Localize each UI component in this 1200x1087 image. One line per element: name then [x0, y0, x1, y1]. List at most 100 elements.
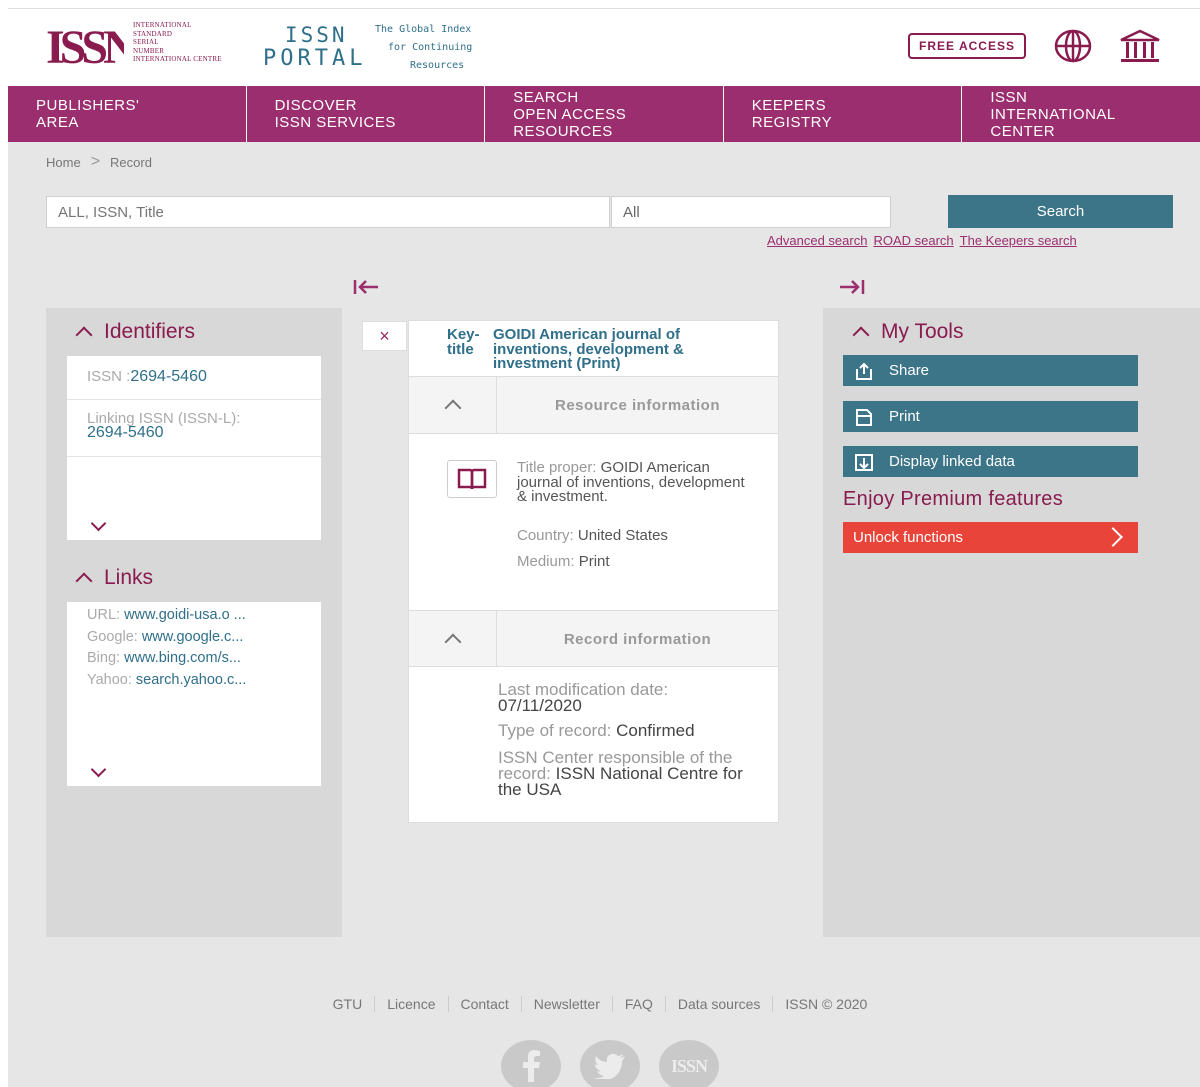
- field-label: Type of record:: [498, 721, 617, 740]
- nav-discover-issn-services[interactable]: DISCOVER ISSN SERVICES: [247, 86, 486, 142]
- breadcrumb-current: Record: [110, 154, 152, 170]
- advanced-search-link[interactable]: Advanced search: [767, 233, 867, 248]
- issn-value[interactable]: 2694-5460: [130, 368, 207, 385]
- chevron-right-icon: [1103, 527, 1123, 547]
- footer-gtu-link[interactable]: GTU: [321, 996, 376, 1012]
- portal-tagline: The Global Index for Continuing Resource…: [371, 21, 472, 75]
- title-proper-field: Title proper: GOIDI American journal of …: [517, 460, 747, 505]
- chevron-up-icon[interactable]: [409, 611, 497, 667]
- logo-caption-line: SERIAL: [133, 38, 159, 46]
- search-scope-select[interactable]: All: [611, 196, 891, 228]
- logo-caption-line: INTERNATIONAL CENTRE: [133, 55, 222, 63]
- issn-row: ISSN :2694-5460: [67, 356, 321, 400]
- logo-caption-line: NUMBER: [133, 46, 165, 55]
- left-sidebar: Identifiers ISSN :2694-5460 Linking ISSN…: [46, 308, 342, 937]
- link-value[interactable]: search.yahoo.c...: [136, 672, 246, 688]
- linking-issn-value[interactable]: 2694-5460: [87, 425, 301, 441]
- footer-faq-link[interactable]: FAQ: [613, 996, 666, 1012]
- link-value[interactable]: www.goidi-usa.o ...: [124, 607, 246, 623]
- record-panel: Key- title GOIDI American journal of inv…: [408, 320, 779, 823]
- link-value[interactable]: www.bing.com/s...: [124, 650, 241, 666]
- link-url-row[interactable]: URL: www.goidi-usa.o ...: [87, 605, 301, 627]
- record-information-title: Record information: [563, 630, 712, 648]
- my-tools-title: My Tools: [881, 320, 964, 343]
- link-label: Bing:: [87, 650, 125, 666]
- globe-icon[interactable]: [1053, 29, 1093, 63]
- chevron-right-icon: >: [90, 153, 101, 170]
- search-button[interactable]: Search: [948, 195, 1173, 228]
- footer-links: GTU Licence Contact Newsletter FAQ Data …: [0, 996, 1200, 1012]
- key-title-value: GOIDI American journal of inventions, de…: [493, 326, 684, 372]
- search-links: Advanced search ROAD search The Keepers …: [767, 233, 1077, 248]
- first-record-icon[interactable]: [352, 276, 380, 304]
- issn-logo[interactable]: ISSN: [46, 21, 143, 74]
- issn-logo-graphic: ISSN: [46, 21, 143, 74]
- link-yahoo-row[interactable]: Yahoo: search.yahoo.c...: [87, 670, 301, 692]
- last-record-icon[interactable]: [838, 276, 866, 304]
- resource-information-header[interactable]: Resource information: [409, 377, 778, 434]
- linking-issn-row: Linking ISSN (ISSN-L): 2694-5460: [67, 400, 321, 457]
- share-button[interactable]: Share: [843, 355, 1138, 386]
- display-linked-data-button[interactable]: Display linked data: [843, 446, 1138, 477]
- unlock-functions-button[interactable]: Unlock functions: [843, 522, 1138, 553]
- search-input[interactable]: [46, 196, 610, 228]
- link-google-row[interactable]: Google: www.google.c...: [87, 627, 301, 649]
- close-record-button[interactable]: ×: [362, 321, 407, 351]
- road-search-link[interactable]: ROAD search: [873, 233, 953, 248]
- portal-logo-line2: PORTAL: [263, 46, 367, 71]
- main-nav: PUBLISHERS' AREA DISCOVER ISSN SERVICES …: [8, 86, 1200, 142]
- chevron-down-icon[interactable]: [90, 515, 107, 532]
- free-access-button[interactable]: FREE ACCESS: [908, 33, 1026, 59]
- type-of-record-field: Type of record: Confirmed: [498, 721, 768, 740]
- nav-search-open-access[interactable]: SEARCH OPEN ACCESS RESOURCES: [485, 86, 724, 142]
- issn-center-field: ISSN Center responsible of the record: I…: [498, 749, 768, 798]
- last-modification-value: 07/11/2020: [498, 696, 582, 715]
- breadcrumb-home[interactable]: Home: [46, 155, 81, 170]
- identifiers-card: ISSN :2694-5460 Linking ISSN (ISSN-L): 2…: [67, 356, 321, 540]
- my-tools-sidebar: My Tools Share Print Display linked data…: [823, 308, 1200, 937]
- nav-publishers-area[interactable]: PUBLISHERS' AREA: [8, 86, 247, 142]
- key-title-header: Key- title GOIDI American journal of inv…: [409, 321, 778, 377]
- resource-information-title: Resource information: [554, 396, 721, 414]
- nav-keepers-registry[interactable]: KEEPERS REGISTRY: [724, 86, 963, 142]
- last-modification-field: Last modification date: 07/11/2020: [498, 681, 768, 715]
- keepers-search-link[interactable]: The Keepers search: [960, 233, 1077, 248]
- link-label: URL:: [87, 607, 125, 623]
- footer-contact-link[interactable]: Contact: [449, 996, 522, 1012]
- display-linked-data-label: Display linked data: [889, 453, 1015, 470]
- tagline-line: The Global Index: [375, 24, 472, 35]
- footer-data-sources-link[interactable]: Data sources: [666, 996, 774, 1012]
- share-icon: [853, 361, 875, 381]
- footer-copyright: ISSN © 2020: [785, 996, 868, 1012]
- logo-caption-line: INTERNATIONAL: [133, 21, 192, 29]
- institution-icon[interactable]: [1118, 28, 1162, 64]
- site-header: ISSN INTERNATIONAL STANDARD SERIAL NUMBE…: [8, 8, 1200, 86]
- my-tools-header[interactable]: My Tools: [852, 320, 964, 344]
- medium-value: Print: [578, 553, 610, 570]
- identifiers-header[interactable]: Identifiers: [75, 320, 196, 344]
- footer-newsletter-link[interactable]: Newsletter: [522, 996, 613, 1012]
- chevron-up-icon: [852, 326, 870, 344]
- record-information-header[interactable]: Record information: [409, 610, 778, 667]
- nav-issn-international-center[interactable]: ISSN INTERNATIONAL CENTER: [962, 86, 1200, 142]
- twitter-icon[interactable]: [580, 1040, 640, 1087]
- chevron-down-icon[interactable]: [90, 761, 107, 778]
- link-bing-row[interactable]: Bing: www.bing.com/s...: [87, 648, 301, 670]
- issn-label: ISSN :: [87, 368, 131, 385]
- link-value[interactable]: www.google.c...: [142, 629, 244, 645]
- print-button[interactable]: Print: [843, 401, 1138, 432]
- link-label: Google:: [87, 628, 142, 645]
- issn-portal-logo[interactable]: ISSN PORTAL: [263, 23, 373, 71]
- identifiers-title: Identifiers: [104, 320, 196, 343]
- links-header[interactable]: Links: [75, 566, 154, 590]
- type-of-record-value: Confirmed: [616, 721, 695, 740]
- links-title: Links: [104, 566, 154, 589]
- links-card: URL: www.goidi-usa.o ... Google: www.goo…: [67, 602, 321, 786]
- issn-icon[interactable]: ISSN: [659, 1040, 719, 1087]
- medium-field: Medium: Print: [517, 553, 610, 570]
- facebook-icon[interactable]: [501, 1040, 561, 1087]
- country-field: Country: United States: [517, 528, 668, 544]
- footer-licence-link[interactable]: Licence: [375, 996, 449, 1012]
- unlock-functions-label: Unlock functions: [853, 529, 964, 546]
- chevron-up-icon[interactable]: [409, 377, 497, 433]
